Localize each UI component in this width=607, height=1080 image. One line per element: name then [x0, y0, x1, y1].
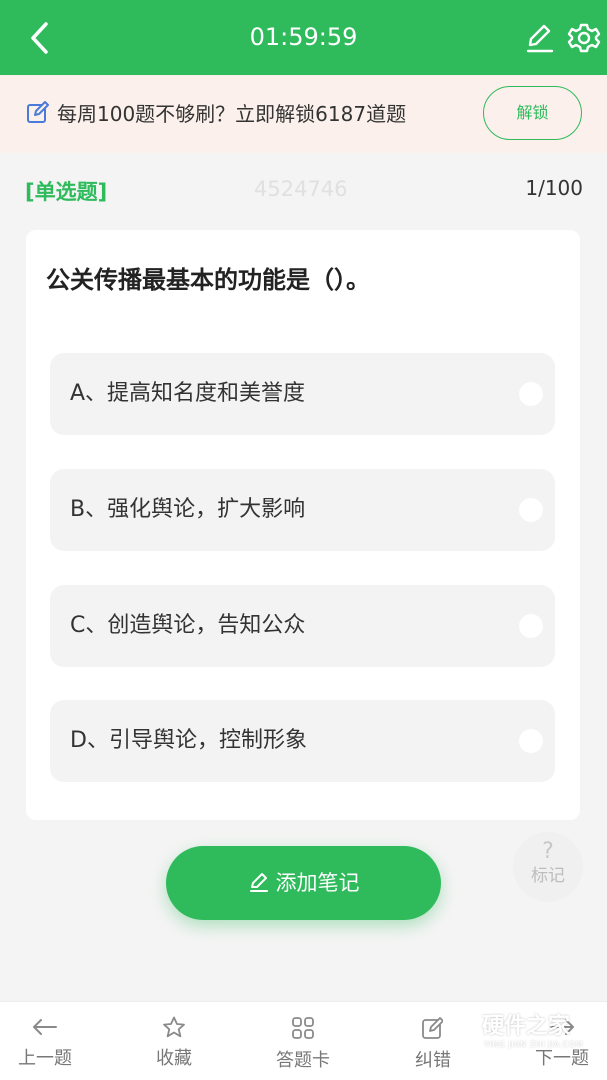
promo-text: 每周100题不够刷？立即解锁6187道题	[57, 102, 407, 126]
option-b[interactable]: B、强化舆论，扩大影响	[50, 469, 555, 551]
mark-label: 标记	[531, 866, 565, 886]
nav-favorite[interactable]: 收藏	[129, 1002, 219, 1080]
option-a[interactable]: A、提高知名度和美誉度	[50, 353, 555, 435]
nav-answer-card[interactable]: 答题卡	[258, 1002, 348, 1080]
option-label: A、提高知名度和美誉度	[70, 381, 306, 406]
question-id: 4524746	[254, 177, 348, 201]
star-icon	[163, 1016, 185, 1038]
gear-icon[interactable]	[566, 20, 602, 56]
nav-prev[interactable]: 上一题	[0, 1002, 90, 1080]
question-text: 公关传播最基本的功能是（）。	[46, 266, 370, 294]
question-progress: 1/100	[525, 176, 583, 200]
option-label: C、创造舆论，告知公众	[70, 613, 306, 638]
radio-button[interactable]	[519, 382, 543, 406]
question-mark-icon: ?	[542, 839, 554, 864]
watermark-text: 硬件之家	[482, 1014, 571, 1039]
add-note-label: 添加笔记	[275, 871, 360, 895]
radio-button[interactable]	[519, 729, 543, 753]
watermark-subtext: YING JIAN ZHI JIA.COM	[484, 1040, 583, 1049]
grid-icon	[292, 1017, 314, 1039]
mark-button[interactable]: ? 标记	[513, 832, 583, 902]
add-note-button[interactable]: 添加笔记	[166, 846, 441, 920]
promo-banner: 每周100题不够刷？立即解锁6187道题 解锁	[0, 75, 607, 153]
edit-square-icon	[26, 101, 50, 125]
timer: 01:59:59	[249, 23, 358, 51]
nav-label: 上一题	[18, 1048, 72, 1069]
radio-button[interactable]	[519, 498, 543, 522]
radio-button[interactable]	[519, 614, 543, 638]
question-type-label: [单选题]	[25, 180, 108, 204]
option-label: B、强化舆论，扩大影响	[70, 497, 306, 522]
top-bar: 01:59:59	[0, 0, 607, 75]
option-c[interactable]: C、创造舆论，告知公众	[50, 585, 555, 667]
option-label: D、引导舆论，控制形象	[70, 728, 307, 753]
arrow-left-icon	[33, 1019, 57, 1035]
nav-label: 收藏	[156, 1048, 192, 1069]
unlock-button[interactable]: 解锁	[483, 86, 582, 140]
question-card: 公关传播最基本的功能是（）。 A、提高知名度和美誉度 B、强化舆论，扩大影响 C…	[26, 230, 580, 820]
option-d[interactable]: D、引导舆论，控制形象	[50, 700, 555, 782]
nav-label: 答题卡	[276, 1050, 330, 1071]
pencil-icon[interactable]	[522, 20, 558, 56]
pencil-icon	[249, 873, 268, 892]
